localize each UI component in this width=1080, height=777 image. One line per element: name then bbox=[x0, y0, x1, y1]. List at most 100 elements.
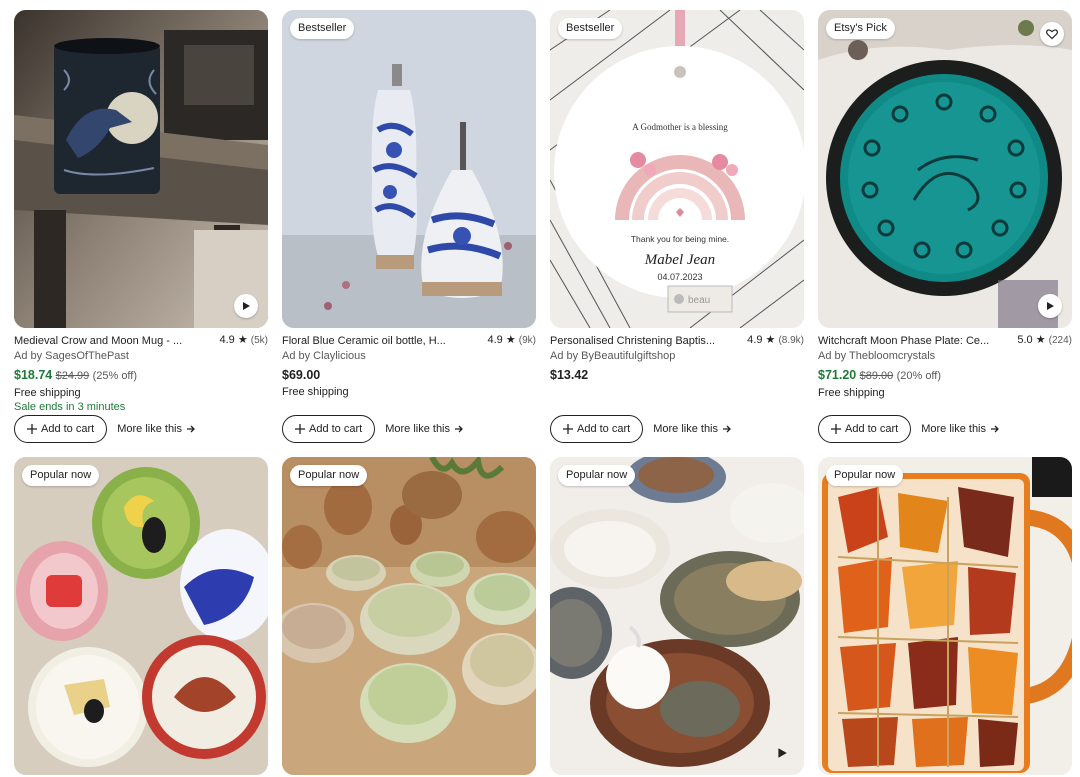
product-image[interactable]: Popular now bbox=[282, 457, 536, 775]
sale-price: $71.20 bbox=[818, 368, 857, 382]
blue-floral-oil-bottles-image bbox=[282, 10, 536, 328]
plus-icon bbox=[563, 424, 573, 434]
product-image[interactable]: Popular now bbox=[14, 457, 268, 775]
play-icon bbox=[1047, 302, 1054, 310]
product-card[interactable]: Etsy's Pick Witchcraft Moon Phase Plate:… bbox=[818, 10, 1072, 443]
product-card[interactable]: Bestseller Floral Blue Ceramic oil bottl… bbox=[282, 10, 536, 443]
product-title[interactable]: Personalised Christening Baptis... bbox=[550, 334, 728, 348]
seller-name[interactable]: Ad by ByBeautifulgiftshop bbox=[550, 349, 804, 363]
seller-name[interactable]: Ad by Claylicious bbox=[282, 349, 536, 363]
autumn-leaves-mug-image bbox=[818, 457, 1072, 775]
product-rating: 4.9 ★ (9k) bbox=[487, 333, 536, 348]
product-title[interactable]: Medieval Crow and Moon Mug - ... bbox=[14, 334, 192, 348]
popular-now-badge: Popular now bbox=[826, 465, 904, 486]
price-line: $69.00 bbox=[282, 367, 536, 383]
add-to-cart-label: Add to cart bbox=[577, 423, 631, 435]
garlic-grater-plates-image bbox=[550, 457, 804, 775]
arrow-right-icon bbox=[723, 425, 731, 433]
product-title[interactable]: Witchcraft Moon Phase Plate: Ce... bbox=[818, 334, 996, 348]
product-card[interactable]: Popular now bbox=[14, 457, 268, 775]
rating-value: 4.9 bbox=[747, 334, 763, 346]
rating-value: 4.9 bbox=[219, 334, 235, 346]
review-count: (9k) bbox=[518, 335, 536, 346]
product-card[interactable]: Popular now bbox=[282, 457, 536, 775]
free-shipping: Free shipping bbox=[14, 387, 81, 399]
discount-percent: (25% off) bbox=[92, 370, 138, 382]
rating-value: 5.0 bbox=[1017, 334, 1033, 346]
review-count: (224) bbox=[1048, 335, 1072, 346]
sale-ends-note: Sale ends in 3 minutes bbox=[14, 401, 126, 413]
seller-name[interactable]: Ad by SagesOfThePast bbox=[14, 349, 268, 363]
product-image[interactable]: Etsy's Pick bbox=[818, 10, 1072, 328]
product-image[interactable]: Popular now bbox=[550, 457, 804, 775]
seller-name[interactable]: Ad by Thebloomcrystals bbox=[818, 349, 1072, 363]
favorite-button[interactable] bbox=[1040, 22, 1064, 46]
rainbow-ornament-image: A Godmother is a blessing Thank you for … bbox=[550, 10, 804, 328]
product-rating: 4.9 ★ (8.9k) bbox=[747, 333, 804, 348]
product-image[interactable]: A Godmother is a blessing Thank you for … bbox=[550, 10, 804, 328]
price: $13.42 bbox=[550, 368, 589, 382]
sale-price: $18.74 bbox=[14, 368, 53, 382]
card-actions: Add to cart More like this bbox=[550, 415, 732, 443]
product-title[interactable]: Floral Blue Ceramic oil bottle, H... bbox=[282, 334, 460, 348]
product-card[interactable]: Medieval Crow and Moon Mug - ... 4.9 ★ (… bbox=[14, 10, 268, 443]
price: $69.00 bbox=[282, 368, 321, 382]
add-to-cart-button[interactable]: Add to cart bbox=[550, 415, 644, 443]
card-actions: Add to cart More like this bbox=[818, 415, 1000, 443]
more-like-this-label: More like this bbox=[921, 423, 986, 435]
product-card[interactable]: Popular now bbox=[818, 457, 1072, 775]
product-rating: 4.9 ★ (5k) bbox=[219, 333, 268, 348]
star-icon: ★ bbox=[505, 334, 516, 346]
review-count: (5k) bbox=[250, 335, 268, 346]
add-to-cart-label: Add to cart bbox=[41, 423, 95, 435]
price-line: $18.74 $24.99 (25% off) bbox=[14, 367, 268, 384]
product-image[interactable] bbox=[14, 10, 268, 328]
product-rating: 5.0 ★ (224) bbox=[1017, 333, 1072, 348]
price-line: $71.20 $89.00 (20% off) bbox=[818, 367, 1072, 384]
add-to-cart-label: Add to cart bbox=[845, 423, 899, 435]
more-like-this-link[interactable]: More like this bbox=[653, 423, 732, 435]
free-shipping: Free shipping bbox=[818, 387, 885, 399]
play-video-button[interactable] bbox=[770, 741, 794, 765]
add-to-cart-button[interactable]: Add to cart bbox=[14, 415, 108, 443]
price-line: $13.42 bbox=[550, 367, 804, 383]
popular-now-badge: Popular now bbox=[290, 465, 368, 486]
arrow-right-icon bbox=[455, 425, 463, 433]
play-icon bbox=[243, 302, 250, 310]
product-image[interactable]: Bestseller bbox=[282, 10, 536, 328]
add-to-cart-button[interactable]: Add to cart bbox=[818, 415, 912, 443]
moon-phase-plate-image bbox=[818, 10, 1072, 328]
card-actions: Add to cart More like this bbox=[14, 415, 196, 443]
more-like-this-label: More like this bbox=[385, 423, 450, 435]
product-grid: Medieval Crow and Moon Mug - ... 4.9 ★ (… bbox=[0, 0, 1080, 777]
product-card[interactable]: Popular now bbox=[550, 457, 804, 775]
card-actions: Add to cart More like this bbox=[282, 415, 464, 443]
product-image[interactable]: Popular now bbox=[818, 457, 1072, 775]
ornament-date: 04.07.2023 bbox=[657, 272, 702, 282]
more-like-this-link[interactable]: More like this bbox=[117, 423, 196, 435]
product-card[interactable]: A Godmother is a blessing Thank you for … bbox=[550, 10, 804, 443]
add-to-cart-button[interactable]: Add to cart bbox=[282, 415, 376, 443]
discount-percent: (20% off) bbox=[896, 370, 942, 382]
play-icon bbox=[778, 748, 787, 758]
original-price: $89.00 bbox=[859, 370, 894, 382]
ornament-watermark: beau bbox=[688, 295, 710, 306]
plus-icon bbox=[831, 424, 841, 434]
star-icon: ★ bbox=[765, 334, 776, 346]
bestseller-badge: Bestseller bbox=[290, 18, 355, 39]
free-shipping: Free shipping bbox=[282, 386, 349, 398]
more-like-this-link[interactable]: More like this bbox=[921, 423, 1000, 435]
star-icon: ★ bbox=[1035, 334, 1046, 346]
rating-value: 4.9 bbox=[487, 334, 503, 346]
arrow-right-icon bbox=[187, 425, 195, 433]
ornament-line1: A Godmother is a blessing bbox=[632, 122, 728, 132]
play-video-button[interactable] bbox=[1038, 294, 1062, 318]
bestseller-badge: Bestseller bbox=[558, 18, 623, 39]
popular-now-badge: Popular now bbox=[558, 465, 636, 486]
painted-cat-plates-image bbox=[14, 457, 268, 775]
crow-moon-mug-image bbox=[14, 10, 268, 328]
plus-icon bbox=[27, 424, 37, 434]
onyx-bowls-image bbox=[282, 457, 536, 775]
play-video-button[interactable] bbox=[234, 294, 258, 318]
more-like-this-link[interactable]: More like this bbox=[385, 423, 464, 435]
